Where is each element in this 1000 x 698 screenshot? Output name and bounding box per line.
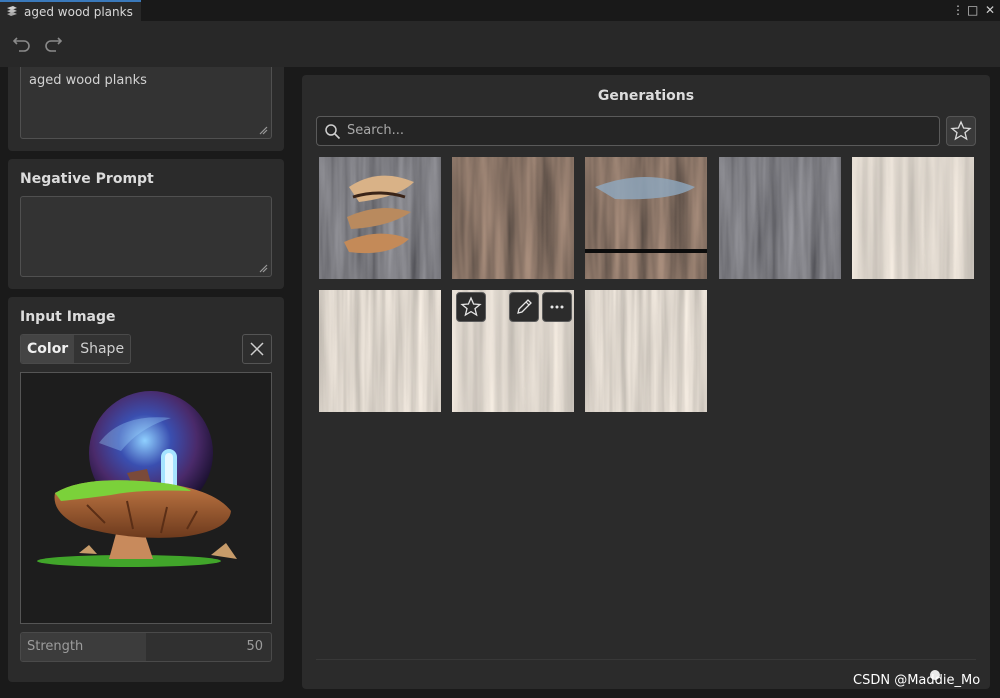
- search-input[interactable]: Search...: [316, 116, 940, 146]
- negative-prompt-panel: Negative Prompt: [8, 159, 284, 289]
- favorites-filter-button[interactable]: [946, 116, 976, 146]
- more-icon: [550, 305, 564, 309]
- app-logo-icon: [7, 6, 17, 16]
- watermark: CSDN @Maddie_Mo: [853, 673, 981, 688]
- redo-icon[interactable]: [42, 32, 64, 54]
- panel-divider: [316, 659, 976, 660]
- edit-button[interactable]: [509, 292, 539, 322]
- maximize-icon[interactable]: □: [967, 3, 978, 17]
- input-mode-toggle: Color Shape: [20, 334, 132, 364]
- search-placeholder: Search...: [347, 123, 405, 138]
- generation-thumbnail[interactable]: [585, 290, 707, 412]
- generation-thumbnail[interactable]: [319, 157, 441, 279]
- generation-thumbnail[interactable]: [319, 290, 441, 412]
- favorite-button[interactable]: [456, 292, 486, 322]
- generations-title: Generations: [597, 88, 695, 104]
- search-icon: [325, 124, 341, 140]
- clear-image-button[interactable]: [242, 334, 272, 364]
- more-options-icon[interactable]: ⋮: [952, 3, 964, 17]
- strength-label: Strength: [27, 639, 84, 654]
- strength-value: 50: [246, 639, 263, 654]
- title-bar: aged wood planks ⋮ □ ✕: [0, 0, 1000, 21]
- prompt-input[interactable]: aged wood planks: [20, 67, 272, 139]
- star-icon: [460, 296, 482, 317]
- input-image-dropzone[interactable]: [20, 372, 272, 624]
- mode-shape-tab[interactable]: Shape: [74, 335, 131, 363]
- strength-slider[interactable]: Strength 50: [20, 632, 272, 662]
- star-icon: [950, 120, 972, 141]
- resize-handle-icon[interactable]: [258, 125, 268, 135]
- pencil-icon: [517, 299, 532, 314]
- generation-thumbnail[interactable]: [452, 157, 574, 279]
- close-icon: [250, 342, 264, 356]
- prompt-text: aged wood planks: [29, 73, 147, 88]
- input-image-title: Input Image: [20, 309, 116, 325]
- prompt-panel: aged wood planks: [8, 67, 284, 151]
- close-icon[interactable]: ✕: [985, 3, 995, 17]
- more-actions-button[interactable]: [542, 292, 572, 322]
- negative-prompt-title: Negative Prompt: [20, 171, 154, 187]
- negative-prompt-input[interactable]: [20, 196, 272, 277]
- undo-icon[interactable]: [11, 32, 33, 54]
- input-image-preview: [37, 391, 237, 567]
- generation-thumbnail[interactable]: [852, 157, 974, 279]
- generation-thumbnail[interactable]: [719, 157, 841, 279]
- generation-thumbnail[interactable]: [585, 157, 707, 279]
- resize-handle-icon[interactable]: [258, 263, 268, 273]
- toolbar: [0, 21, 1000, 67]
- mode-color-tab[interactable]: Color: [21, 335, 75, 363]
- tab-title: aged wood planks: [24, 5, 133, 19]
- document-tab[interactable]: aged wood planks: [0, 0, 141, 21]
